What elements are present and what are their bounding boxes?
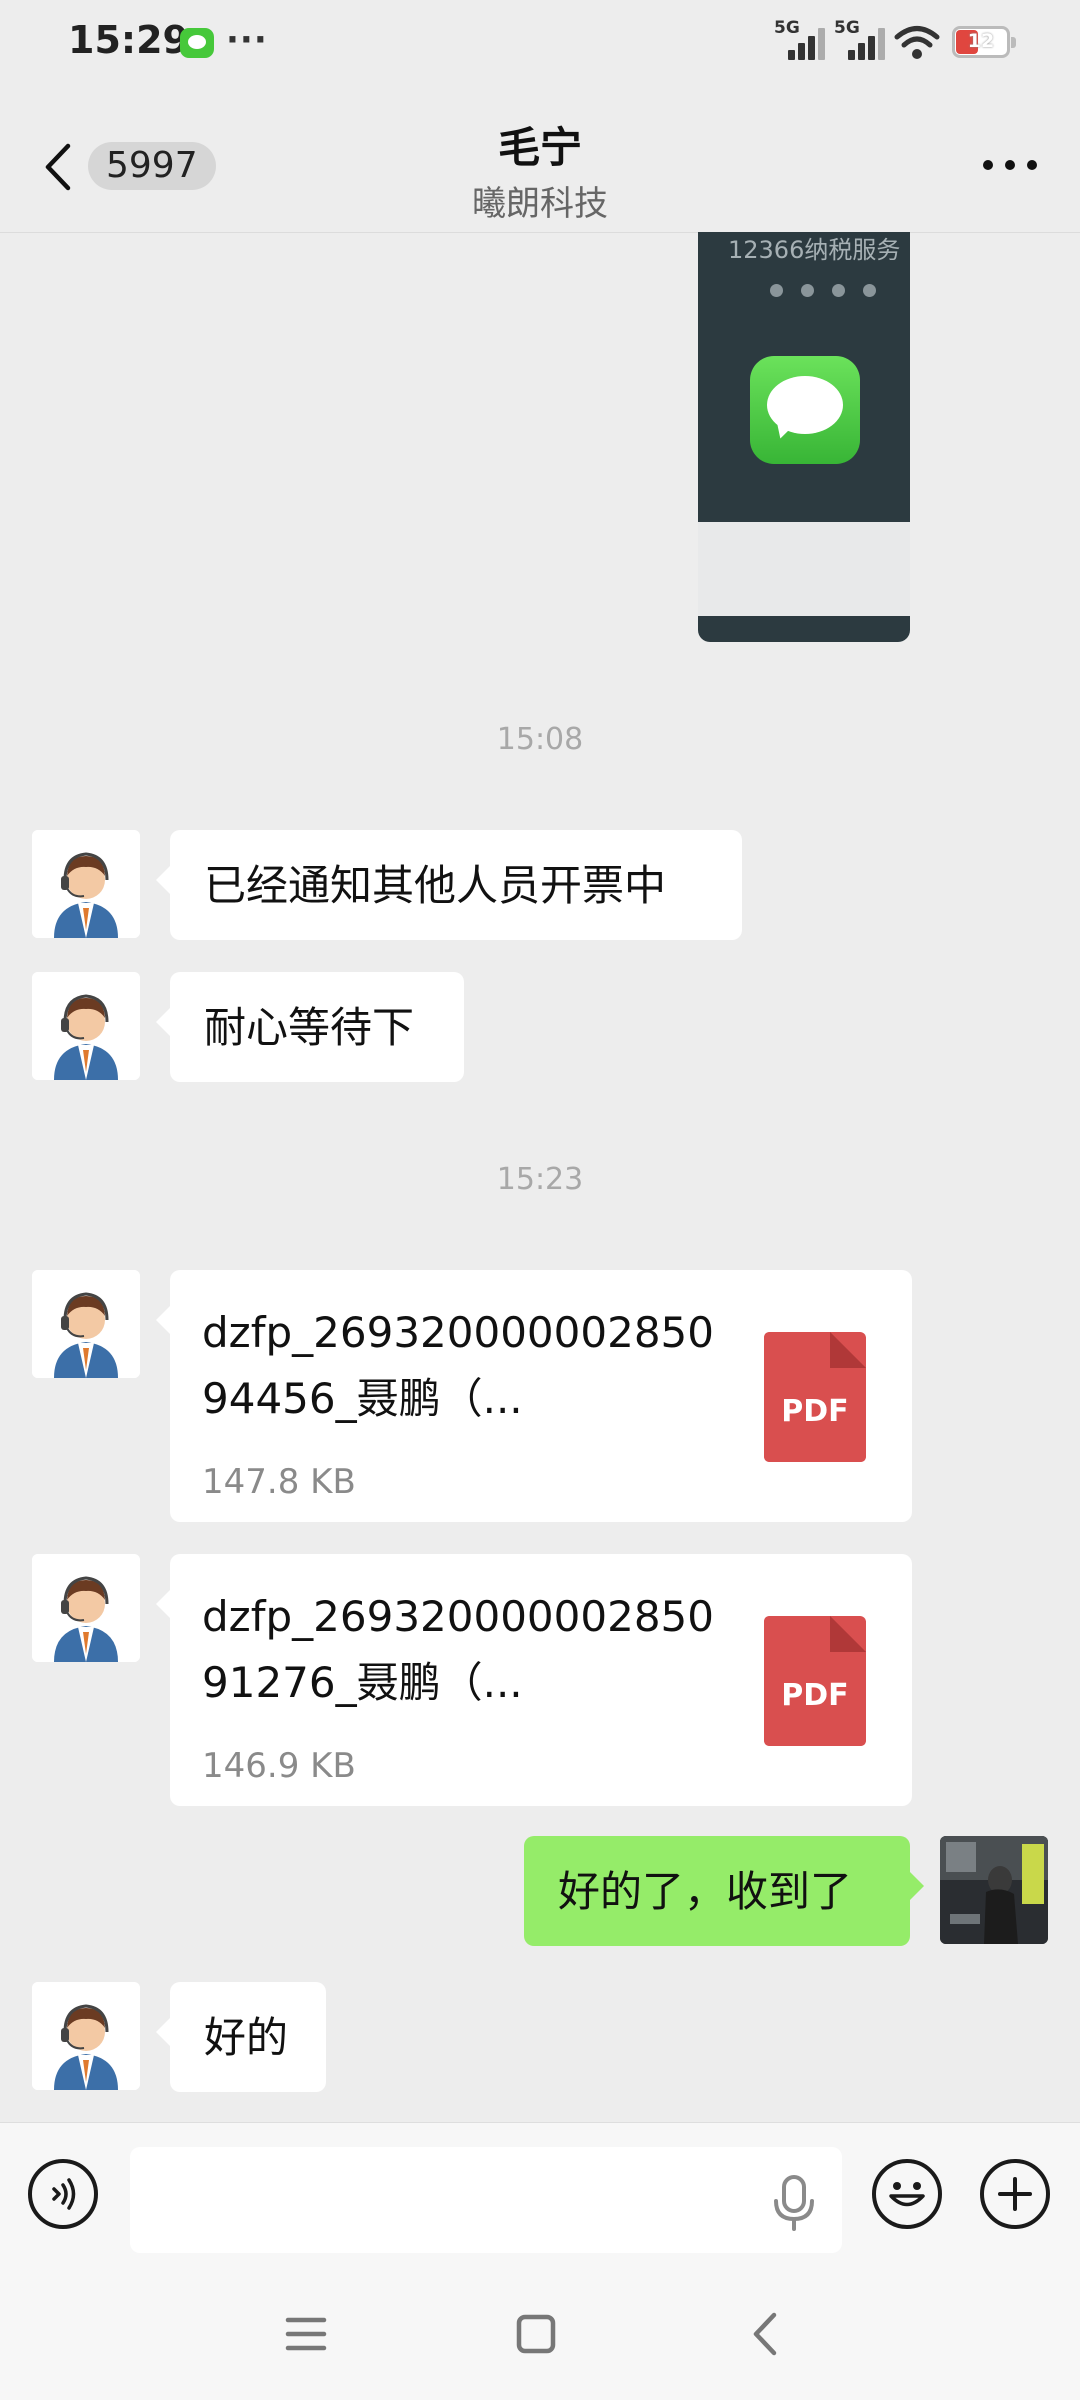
battery-icon: 12 bbox=[952, 26, 1016, 58]
avatar[interactable] bbox=[32, 830, 140, 938]
file-message[interactable]: dzfp_26932000000285091276_聂鹏（... 146.9 K… bbox=[156, 1554, 912, 1806]
chat-title: 毛宁 bbox=[497, 123, 582, 172]
voice-icon[interactable] bbox=[28, 2159, 98, 2229]
chat-header: 5997 毛宁 曦朗科技 bbox=[0, 90, 1080, 233]
status-overflow: ··· bbox=[226, 20, 268, 60]
signal-label: 5G bbox=[834, 18, 860, 38]
file-size: 147.8 KB bbox=[202, 1462, 356, 1502]
wifi-icon bbox=[894, 26, 940, 59]
timestamp: 15:08 bbox=[496, 722, 584, 757]
menu-icon[interactable] bbox=[276, 2306, 336, 2362]
pdf-label: PDF bbox=[781, 1394, 849, 1429]
my-avatar[interactable] bbox=[940, 1836, 1048, 1944]
file-size: 146.9 KB bbox=[202, 1746, 356, 1786]
pin-dots bbox=[770, 284, 876, 297]
signal-icon: 5G bbox=[774, 18, 825, 62]
home-icon[interactable] bbox=[506, 2306, 566, 2362]
more-icon[interactable] bbox=[980, 150, 1040, 180]
pdf-label: PDF bbox=[781, 1678, 849, 1713]
input-bar bbox=[0, 2122, 1080, 2263]
signal-icon: 5G bbox=[834, 18, 885, 62]
avatar[interactable] bbox=[32, 1554, 140, 1662]
message-bubble[interactable]: 已经通知其他人员开票中 bbox=[156, 830, 742, 940]
file-message[interactable]: dzfp_26932000000285094456_聂鹏（... 147.8 K… bbox=[156, 1270, 912, 1522]
image-message[interactable]: 12366纳税服务 bbox=[698, 232, 910, 642]
pdf-icon: PDF bbox=[764, 1616, 866, 1746]
message-bubble[interactable]: 耐心等待下 bbox=[156, 972, 464, 1082]
image-caption-text: 12366纳税服务 bbox=[728, 236, 901, 264]
signal-label: 5G bbox=[774, 18, 800, 38]
avatar[interactable] bbox=[32, 1270, 140, 1378]
emoji-icon[interactable] bbox=[872, 2159, 942, 2229]
mic-icon[interactable] bbox=[766, 2173, 822, 2233]
timestamp: 15:23 bbox=[496, 1162, 584, 1197]
message-app-icon bbox=[180, 28, 214, 58]
plus-icon[interactable] bbox=[980, 2159, 1050, 2229]
avatar[interactable] bbox=[32, 972, 140, 1080]
image-band bbox=[698, 522, 910, 616]
back-icon[interactable] bbox=[736, 2306, 796, 2362]
sent-message-bubble[interactable]: 好的了，收到了 bbox=[524, 1836, 924, 1946]
status-time: 15:29 bbox=[68, 18, 189, 62]
file-name: dzfp_26932000000285094456_聂鹏（... bbox=[202, 1308, 714, 1423]
system-nav-bar bbox=[0, 2262, 1080, 2400]
status-bar: 15:29 ··· 5G 5G 12 bbox=[0, 0, 1080, 90]
battery-level: 12 bbox=[967, 30, 995, 52]
message-app-icon bbox=[750, 356, 860, 464]
file-name: dzfp_26932000000285091276_聂鹏（... bbox=[202, 1592, 714, 1707]
avatar[interactable] bbox=[32, 1982, 140, 2090]
chat-subtitle: 曦朗科技 bbox=[472, 184, 608, 224]
message-bubble[interactable]: 好的 bbox=[156, 1982, 326, 2092]
pdf-icon: PDF bbox=[764, 1332, 866, 1462]
message-input[interactable] bbox=[130, 2147, 842, 2253]
